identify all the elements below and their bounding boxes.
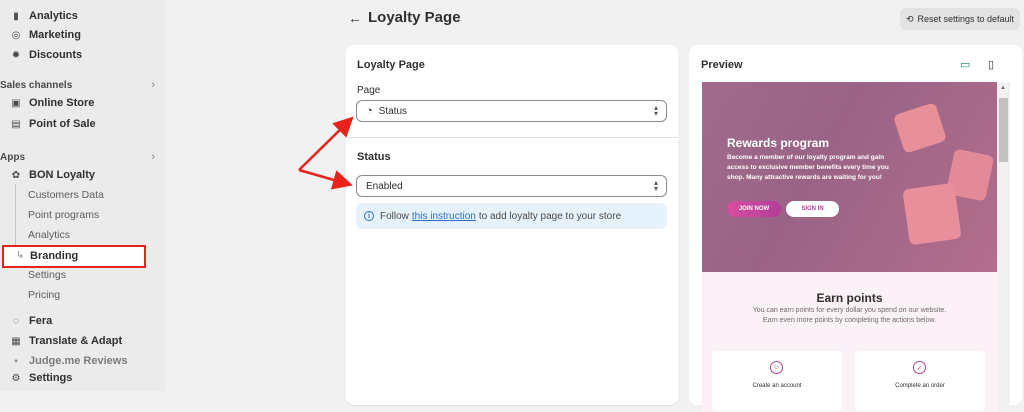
sidebar-item-fera[interactable]: ◌ Fera — [0, 312, 52, 330]
hero-title: Rewards program — [727, 136, 830, 150]
info-banner: i Follow this instruction to add loyalty… — [356, 203, 667, 229]
sales-channels-heading[interactable]: Sales channels › — [0, 79, 155, 91]
status-select[interactable]: Enabled ▴ ▾ — [356, 175, 667, 197]
sidebar-subitem-analytics[interactable]: Analytics — [28, 226, 70, 244]
sidebar-item-marketing[interactable]: ◎ Marketing — [0, 26, 81, 44]
earn-card-create-account[interactable]: ☺ Create an account — [712, 351, 842, 411]
page-select[interactable]: ◔ Status ▴ ▾ — [356, 100, 667, 122]
sidebar-item-discounts[interactable]: ✹ Discounts — [0, 46, 82, 64]
gear-icon: ⚙ — [11, 372, 21, 384]
scroll-thumb[interactable] — [999, 98, 1008, 162]
check-icon: ✓ — [913, 361, 926, 374]
desktop-icon[interactable]: ▭ — [960, 58, 970, 71]
page-field-label: Page — [357, 85, 381, 96]
preview-scrollbar[interactable]: ▲ — [997, 82, 1010, 405]
translate-icon: ▦ — [11, 335, 21, 347]
target-icon: ◎ — [11, 29, 21, 41]
earn-description: You can earn points for every dollar you… — [752, 307, 947, 324]
bar-chart-icon: ▮ — [13, 10, 19, 22]
sidebar-subitem-customers-data[interactable]: Customers Data — [28, 186, 104, 204]
arrow-to-page-select — [298, 116, 354, 171]
sidebar-item-online-store[interactable]: ▣ Online Store — [0, 94, 94, 112]
preview-title: Preview — [701, 59, 743, 71]
instruction-link[interactable]: this instruction — [412, 211, 476, 222]
chevron-right-icon: › — [151, 79, 155, 91]
spinner-icon: ◔ — [366, 105, 373, 117]
sub-branch-icon: ↳ — [16, 250, 25, 261]
sidebar-item-bon-loyalty[interactable]: ✿ BON Loyalty — [0, 166, 95, 184]
join-now-button[interactable]: JOIN NOW — [727, 201, 781, 217]
sidebar-item-analytics[interactable]: ▮ Analytics — [0, 7, 78, 25]
sidebar: ▮ Analytics ◎ Marketing ✹ Discounts Sale… — [0, 0, 165, 391]
judgeme-icon: ▪ — [14, 355, 18, 367]
discount-icon: ✹ — [11, 49, 21, 61]
sidebar-subitem-branding[interactable]: ↳ Branding — [2, 245, 146, 268]
flower-icon: ✿ — [11, 169, 21, 181]
sidebar-subitem-point-programs[interactable]: Point programs — [28, 206, 99, 224]
hero-banner: Rewards program Become a member of our l… — [702, 82, 997, 272]
store-icon: ▣ — [11, 97, 21, 109]
select-chevron-icon: ▴ ▾ — [653, 178, 658, 193]
select-chevron-icon: ▴ ▾ — [653, 103, 658, 118]
pos-icon: ▤ — [11, 118, 21, 130]
apps-heading[interactable]: Apps › — [0, 151, 155, 163]
preview-card: Preview ▭ ▯ Rewards program Become a mem… — [689, 45, 1022, 412]
gift-box-graphic — [902, 182, 962, 246]
back-arrow-icon[interactable]: ← — [348, 10, 362, 26]
sidebar-subitem-pricing[interactable]: Pricing — [28, 286, 60, 304]
card-title: Loyalty Page — [357, 59, 425, 71]
mobile-icon[interactable]: ▯ — [988, 58, 994, 71]
gift-box-graphic — [892, 102, 948, 154]
sidebar-item-translate-adapt[interactable]: ▦ Translate & Adapt — [0, 332, 122, 350]
hero-description: Become a member of our loyalty program a… — [727, 154, 889, 181]
status-title: Status — [357, 151, 391, 163]
sign-in-button[interactable]: SIGN IN — [786, 201, 839, 217]
sidebar-item-point-of-sale[interactable]: ▤ Point of Sale — [0, 115, 95, 133]
earn-card-complete-order[interactable]: ✓ Complete an order — [855, 351, 985, 411]
reset-settings-button[interactable]: ⟲ Reset settings to default — [900, 8, 1020, 30]
chat-icon: ◌ — [13, 315, 19, 327]
refresh-icon: ⟲ — [905, 13, 914, 24]
earn-points-section: Earn points You can earn points for ever… — [702, 272, 997, 412]
page-title: Loyalty Page — [368, 9, 461, 26]
scroll-up-icon[interactable]: ▲ — [1000, 85, 1006, 91]
user-icon: ☺ — [770, 361, 783, 374]
sidebar-item-settings[interactable]: ⚙ Settings — [0, 369, 165, 387]
divider — [346, 137, 678, 138]
sidebar-item-judgeme[interactable]: ▪ Judge.me Reviews — [0, 352, 127, 370]
chevron-right-icon: › — [151, 151, 155, 163]
earn-title: Earn points — [816, 291, 883, 305]
arrow-to-status-select — [298, 168, 353, 190]
sidebar-subitem-settings[interactable]: Settings — [28, 266, 66, 284]
info-icon: i — [364, 211, 374, 221]
settings-card: Loyalty Page Page ◔ Status ▴ ▾ Status Ena… — [346, 45, 678, 405]
